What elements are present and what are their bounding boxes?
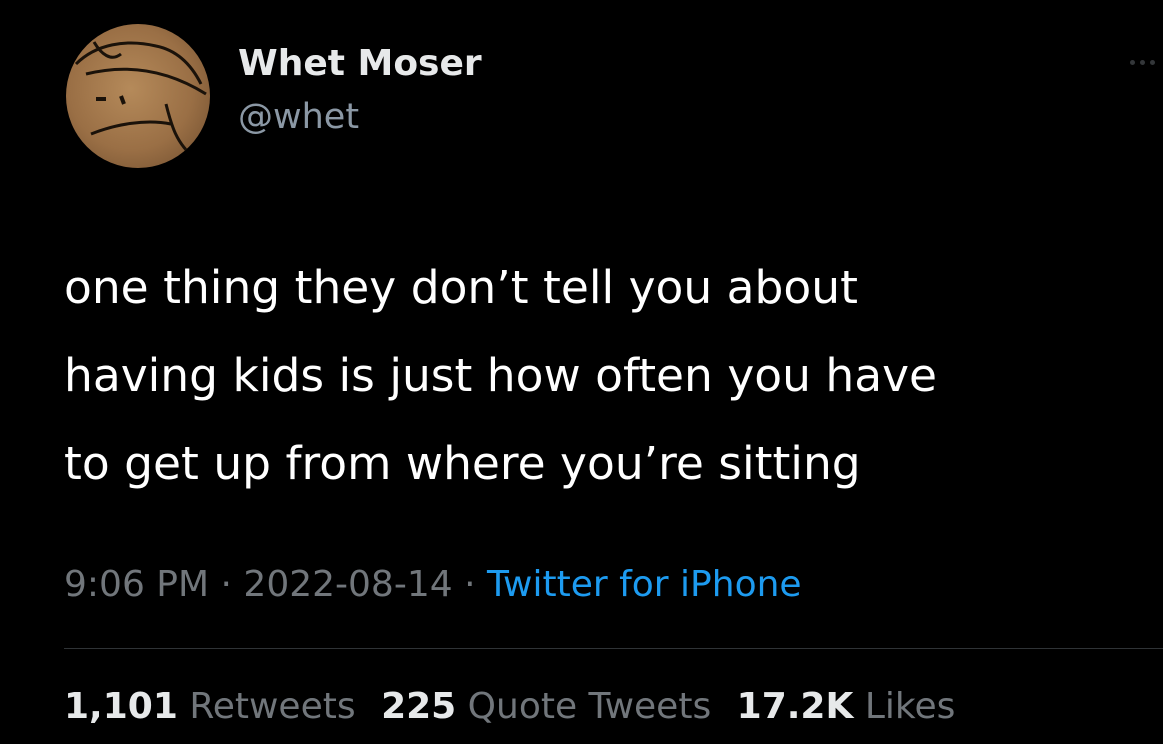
author-handle[interactable]: @whet — [238, 94, 359, 140]
tweet-text-line: one thing they don’t tell you about — [64, 261, 858, 314]
likes-stat[interactable]: 17.2K Likes — [737, 686, 956, 727]
tweet-text-line: having kids is just how often you have — [64, 349, 938, 402]
tweet-date[interactable]: 2022-08-14 — [243, 564, 452, 605]
tweet-text: one thing they don’t tell you about havi… — [64, 244, 1144, 508]
retweets-count: 1,101 — [64, 686, 178, 727]
engagement-stats: 1,101 Retweets 225 Quote Tweets 17.2K Li… — [64, 682, 969, 732]
likes-label: Likes — [864, 686, 956, 727]
profile-avatar[interactable] — [66, 24, 210, 168]
quote-tweets-label: Quote Tweets — [467, 686, 712, 727]
tweet-text-line: to get up from where you’re sitting — [64, 437, 861, 490]
avatar-drawing-icon — [74, 41, 207, 161]
tweet-card: Whet Moser @whet one thing they don’t te… — [0, 0, 1163, 744]
meta-separator: · — [464, 564, 476, 605]
quote-tweets-count: 225 — [381, 686, 457, 727]
retweets-label: Retweets — [189, 686, 356, 727]
tweet-time[interactable]: 9:06 PM — [64, 564, 209, 605]
author-display-name[interactable]: Whet Moser — [238, 40, 482, 88]
tweet-source-link[interactable]: Twitter for iPhone — [487, 564, 802, 605]
meta-separator: · — [220, 564, 232, 605]
divider — [64, 648, 1163, 649]
quote-tweets-stat[interactable]: 225 Quote Tweets — [381, 686, 723, 727]
likes-count: 17.2K — [736, 686, 854, 727]
more-options-icon[interactable] — [1128, 52, 1158, 72]
tweet-metadata: 9:06 PM · 2022-08-14 · Twitter for iPhon… — [64, 560, 802, 610]
retweets-stat[interactable]: 1,101 Retweets — [64, 686, 367, 727]
